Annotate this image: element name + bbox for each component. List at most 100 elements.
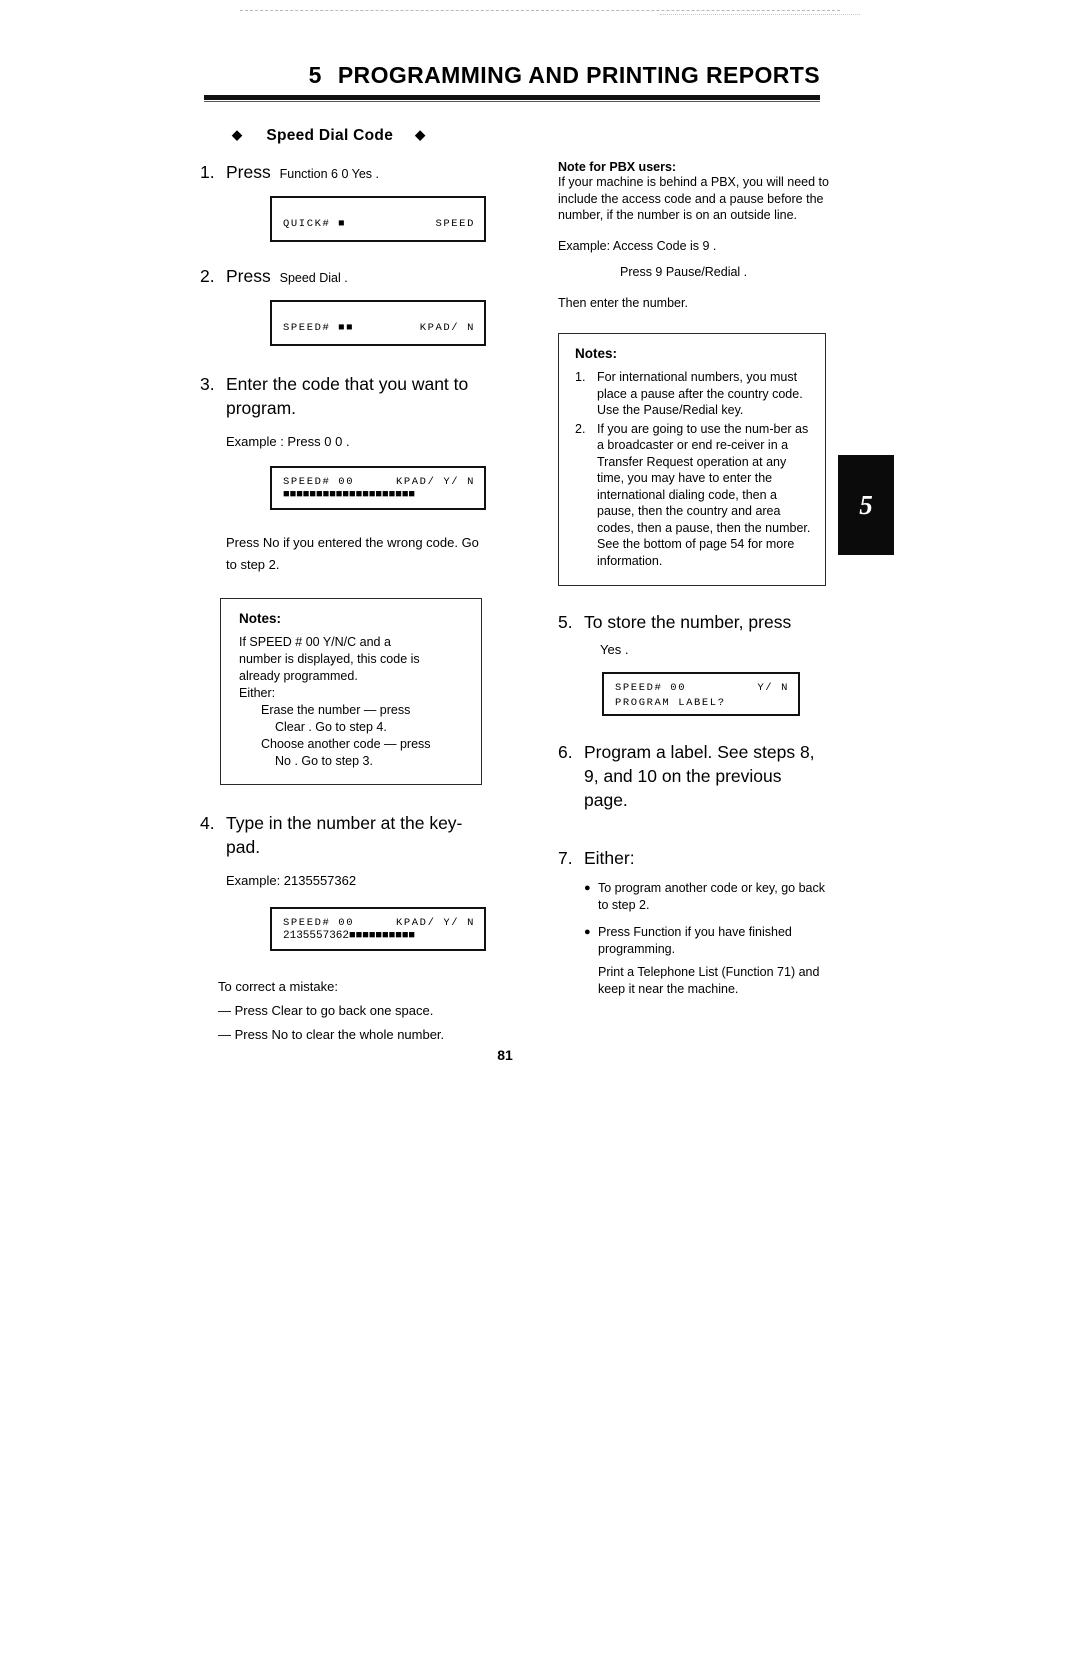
bullet-dot-icon-2: ● <box>584 926 591 938</box>
lcd-display-step-4: SPEED# 00 KPAD/ Y/ N 2135557362■■■■■■■■■… <box>270 907 486 951</box>
lcd-5-row1-right: Y/ N <box>757 681 789 694</box>
notes-box-left: Notes: If SPEED # 00 Y/N/C and a number … <box>220 598 482 785</box>
step-1-keys: Function 6 0 Yes . <box>279 167 379 181</box>
step-3: 3. Enter the code that you want to progra… <box>200 372 490 576</box>
pbx-note-body: If your machine is behind a PBX, you wil… <box>558 175 829 222</box>
step-1-verb: Press <box>226 162 271 182</box>
step-6-heading: 6. Program a label. See steps 8, 9, and 1… <box>558 740 836 812</box>
left-column: 1. Press Function 6 0 Yes . QUICK# ■ SPEE… <box>200 160 490 1051</box>
notes-right-item-1-marker: 1. <box>575 370 586 384</box>
step-5: 5. To store the number, press Yes . SPEED… <box>558 610 836 716</box>
step-1-heading: 1. Press Function 6 0 Yes . <box>200 160 490 186</box>
correct-mistake-line-2: — Press No to clear the whole number. <box>218 1027 445 1042</box>
step-5-text: To store the number, press <box>584 612 792 632</box>
step-4-heading: 4. Type in the number at the key-pad. <box>200 811 490 859</box>
lcd-5-row2: PROGRAM LABEL? <box>615 695 789 710</box>
notes-right-item-1-text: For international numbers, you must plac… <box>597 370 803 417</box>
lcd-display-step-3: SPEED# 00 KPAD/ Y/ N ■■■■■■■■■■■■■■■■■■■… <box>270 466 486 510</box>
notes-left-line-2: number is displayed, this code is <box>239 652 420 666</box>
step-3-text: Enter the code that you want to program. <box>226 374 469 418</box>
step-5-key: Yes . <box>600 642 629 657</box>
lcd-3-row1-right: KPAD/ Y/ N <box>395 475 475 488</box>
step-3-heading: 3. Enter the code that you want to progra… <box>200 372 490 420</box>
lcd-4-row1-left: SPEED# 00 <box>283 916 355 929</box>
lcd-1-row1-right: SPEED <box>435 218 475 230</box>
step-4-number: 4. <box>200 813 215 833</box>
notes-left-line-4: Either: <box>239 686 276 700</box>
step-3-after-text: Press No if you entered the wrong code. … <box>226 535 479 572</box>
step-1-number: 1. <box>200 162 215 182</box>
notes-left-line-7: Choose another code — press <box>261 737 431 751</box>
notes-left-line-5: Erase the number — press <box>261 703 411 717</box>
lcd-3-row1-left: SPEED# 00 <box>283 475 355 488</box>
step-2-verb: Press <box>226 266 271 286</box>
step-7-heading: 7. Either: <box>558 846 836 870</box>
step-4-example: Example: 2135557362 <box>226 873 357 888</box>
step-2-number: 2. <box>200 266 215 286</box>
lcd-1-row1-left: QUICK# ■ <box>283 218 347 230</box>
right-column: Note for PBX users: If your machine is b… <box>558 160 836 1002</box>
notes-right-title: Notes: <box>575 346 618 361</box>
step-2: 2. Press Speed Dial . SPEED# ■■ KPAD/ N <box>200 264 490 346</box>
notes-box-right: Notes: 1. For international numbers, you… <box>558 333 826 586</box>
step-6: 6. Program a label. See steps 8, 9, and 1… <box>558 740 836 812</box>
correct-mistake-block: To correct a mistake: — Press Clear to g… <box>218 975 490 1047</box>
section-title: ◆ Speed Dial Code ◆ <box>232 127 425 145</box>
step-4-text: Type in the number at the key-pad. <box>226 813 463 857</box>
step-7-bullet-2: ● Press Function if you have finished pr… <box>584 924 836 958</box>
chapter-thumb-tab: 5 <box>838 455 894 555</box>
lcd-3-row2-blocks: ■■■■■■■■■■■■■■■■■■■■ <box>283 489 416 501</box>
notes-right-item-2-marker: 2. <box>575 421 586 436</box>
pbx-note-then: Then enter the number. <box>558 295 688 310</box>
step-7-trailing: Print a Telephone List (Function 71) and… <box>598 964 836 998</box>
bullet-dot-icon-1: ● <box>584 882 591 894</box>
step-7-trailing-line-1: Print a Telephone List (Function 71) and <box>598 965 820 979</box>
notes-left-line-6: Clear . Go to step 4. <box>275 720 387 734</box>
page-number: 81 <box>497 1047 513 1063</box>
header-rule-thin <box>204 101 820 102</box>
correct-mistake-line-1: — Press Clear to go back one space. <box>218 1003 434 1018</box>
lcd-display-step-1: QUICK# ■ SPEED <box>270 196 486 242</box>
header-rule <box>204 95 820 100</box>
step-7-bullet-2-text: Press Function if you have finished prog… <box>598 925 792 956</box>
step-7-trailing-line-2: keep it near the machine. <box>598 982 739 996</box>
lcd-display-step-2: SPEED# ■■ KPAD/ N <box>270 300 486 346</box>
step-2-heading: 2. Press Speed Dial . <box>200 264 490 290</box>
step-6-text: Program a label. See steps 8, 9, and 10 … <box>584 742 815 810</box>
notes-left-title: Notes: <box>239 611 282 626</box>
lcd-2-row1-left: SPEED# ■■ <box>283 322 355 334</box>
lcd-4-row2-blocks: ■■■■■■■■■■ <box>349 930 416 942</box>
step-7-bullets: ● To program another code or key, go bac… <box>584 880 836 998</box>
step-2-keys: Speed Dial . <box>279 271 348 285</box>
step-6-number: 6. <box>558 742 573 762</box>
lcd-4-row1-right: KPAD/ Y/ N <box>395 916 475 929</box>
lcd-4-row2: 2135557362■■■■■■■■■■ <box>283 930 475 943</box>
lcd-4-row2-number: 2135557362 <box>283 930 350 942</box>
lcd-5-row2-text: PROGRAM LABEL? <box>615 696 726 709</box>
document-page: 5 PROGRAMMING AND PRINTING REPORTS ◆ Speed… <box>0 0 1080 1679</box>
step-5-heading: 5. To store the number, press <box>558 610 836 634</box>
step-4: 4. Type in the number at the key-pad. Exa… <box>200 811 490 1047</box>
correct-mistake-title: To correct a mistake: <box>218 979 338 994</box>
step-7-bullet-1: ● To program another code or key, go bac… <box>584 880 836 914</box>
notes-right-list: 1. For international numbers, you must p… <box>575 369 811 569</box>
lcd-2-row1-right: KPAD/ N <box>419 322 475 334</box>
step-1: 1. Press Function 6 0 Yes . QUICK# ■ SPEE… <box>200 160 490 242</box>
step-7: 7. Either: ● To program another code or k… <box>558 846 836 998</box>
pbx-note-block: Note for PBX users: If your machine is b… <box>558 160 836 311</box>
step-7-bullet-1-text: To program another code or key, go back … <box>598 881 825 912</box>
lcd-display-step-5: SPEED# 00 Y/ N PROGRAM LABEL? <box>602 672 800 716</box>
notes-left-line-1: If SPEED # 00 Y/N/C and a <box>239 635 391 649</box>
step-3-example: Example : Press 0 0 . <box>226 434 350 449</box>
notes-left-line-8: No . Go to step 3. <box>275 754 373 768</box>
chapter-title: PROGRAMMING AND PRINTING REPORTS <box>337 62 820 88</box>
notes-right-item-1: 1. For international numbers, you must p… <box>575 369 811 419</box>
notes-right-item-2-text: If you are going to use the num-ber as a… <box>597 421 811 568</box>
notes-left-body: If SPEED # 00 Y/N/C and a number is disp… <box>239 634 467 770</box>
notes-right-item-2: 2. If you are going to use the num-ber a… <box>575 421 811 570</box>
scan-artifact-line <box>240 10 840 12</box>
page-header: 5 PROGRAMMING AND PRINTING REPORTS <box>204 62 820 89</box>
step-7-text: Either: <box>584 848 635 868</box>
diamond-right-icon: ◆ <box>415 127 426 142</box>
pbx-note-title: Note for PBX users: <box>558 160 677 174</box>
